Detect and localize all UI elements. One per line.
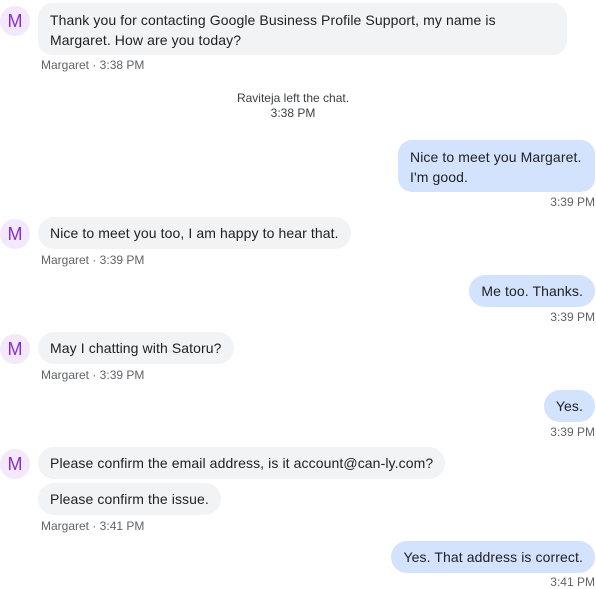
agent-message: Nice to meet you too, I am happy to hear… (38, 217, 351, 249)
message-time: 3:39 PM (550, 310, 595, 324)
agent-message: Thank you for contacting Google Business… (38, 3, 567, 55)
message-time: 3:39 PM (550, 195, 595, 209)
agent-message: May I chatting with Satoru? (38, 332, 234, 364)
system-notice: Raviteja left the chat. 3:38 PM (0, 91, 586, 121)
agent-avatar: M (0, 449, 30, 479)
agent-avatar: M (0, 334, 30, 364)
system-notice-text: Raviteja left the chat. (236, 91, 350, 105)
message-meta: Margaret · 3:39 PM (41, 368, 145, 382)
message-meta: Margaret · 3:38 PM (41, 58, 145, 72)
system-notice-time: 3:38 PM (270, 106, 316, 120)
user-message: Yes. That address is correct. (391, 541, 595, 573)
agent-message: Please confirm the email address, is it … (38, 447, 446, 479)
message-time: 3:39 PM (550, 425, 595, 439)
message-time: 3:41 PM (550, 575, 595, 589)
agent-message: Please confirm the issue. (38, 483, 221, 515)
message-meta: Margaret · 3:41 PM (41, 519, 145, 533)
user-message: Yes. (543, 390, 595, 422)
user-message: Nice to meet you Margaret. I'm good. (398, 140, 595, 192)
agent-avatar: M (0, 219, 30, 249)
agent-avatar: M (0, 6, 30, 36)
message-meta: Margaret · 3:39 PM (41, 253, 145, 267)
user-message: Me too. Thanks. (469, 275, 595, 307)
